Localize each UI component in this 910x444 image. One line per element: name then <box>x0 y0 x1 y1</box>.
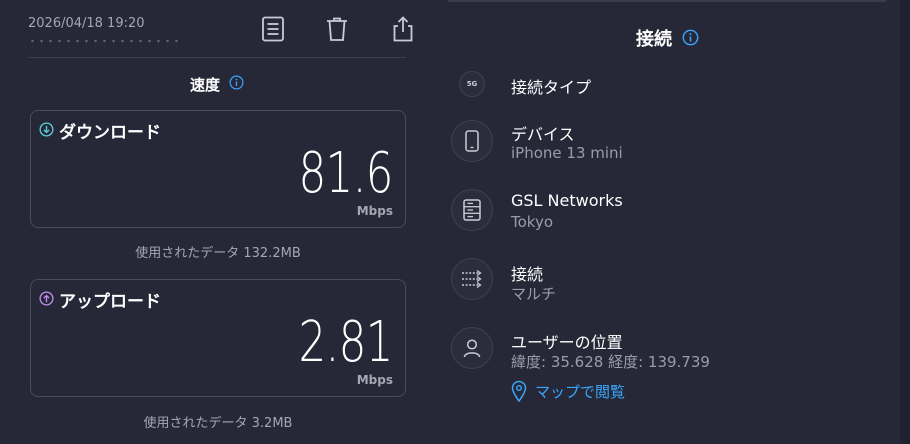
trash-icon <box>327 17 347 41</box>
results-list-button[interactable] <box>258 14 288 44</box>
connection-info-icon[interactable] <box>682 29 699 46</box>
connection-type-label: 接続タイプ <box>511 78 592 97</box>
share-icon <box>393 16 413 42</box>
device-value: iPhone 13 mini <box>511 144 623 162</box>
download-label: ダウンロード <box>59 123 161 143</box>
upload-unit: Mbps <box>356 373 393 387</box>
server-name: GSL Networks <box>511 191 623 210</box>
delete-button[interactable] <box>322 14 352 44</box>
connection-mode-icon-circle <box>451 258 493 300</box>
user-coordinates: 緯度: 35.628 経度: 139.739 <box>511 353 710 371</box>
view-on-map-label: マップで閲覧 <box>535 382 626 401</box>
share-button[interactable] <box>388 14 418 44</box>
results-list-icon <box>262 16 284 42</box>
network-type-badge: 5G <box>459 71 485 97</box>
download-unit: Mbps <box>356 204 393 218</box>
download-speed-value: 81.6 <box>298 141 394 206</box>
user-location-label: ユーザーの位置 <box>511 333 623 352</box>
connection-mode-label: 接続 <box>511 265 544 284</box>
upload-arrow-icon <box>39 291 54 306</box>
upload-card: アップロード 2.81 Mbps <box>30 279 406 397</box>
phone-icon <box>465 130 479 152</box>
upload-speed-value: 2.81 <box>298 310 394 375</box>
upload-data-used: 使用されたデータ 3.2MB <box>143 416 293 431</box>
download-card: ダウンロード 81.6 Mbps <box>30 110 406 228</box>
server-icon <box>463 199 481 221</box>
download-arrow-icon <box>39 122 54 137</box>
server-location: Tokyo <box>511 213 553 231</box>
test-timestamp: 2026/04/18 19:20 <box>28 16 145 31</box>
device-label: デバイス <box>511 125 575 144</box>
speed-info-icon[interactable] <box>229 75 244 90</box>
server-icon-circle <box>451 189 493 231</box>
map-pin-icon <box>511 380 527 402</box>
multi-connection-icon <box>462 269 482 289</box>
speed-section-title: 速度 <box>190 76 221 94</box>
user-location-icon-circle <box>451 327 493 369</box>
redacted-server-text <box>28 38 178 46</box>
connection-section-title: 接続 <box>636 29 672 50</box>
connection-panel <box>436 0 910 444</box>
top-divider <box>448 0 886 2</box>
upload-label: アップロード <box>59 292 161 312</box>
download-data-used: 使用されたデータ 132.2MB <box>135 246 301 261</box>
header-divider <box>28 57 406 58</box>
scroll-edge <box>900 0 910 444</box>
connection-mode-value: マルチ <box>511 285 557 303</box>
network-5g-icon: 5G <box>466 80 478 88</box>
view-on-map-link[interactable]: マップで閲覧 <box>511 380 625 402</box>
user-icon <box>463 339 481 358</box>
device-icon-circle <box>451 120 493 162</box>
